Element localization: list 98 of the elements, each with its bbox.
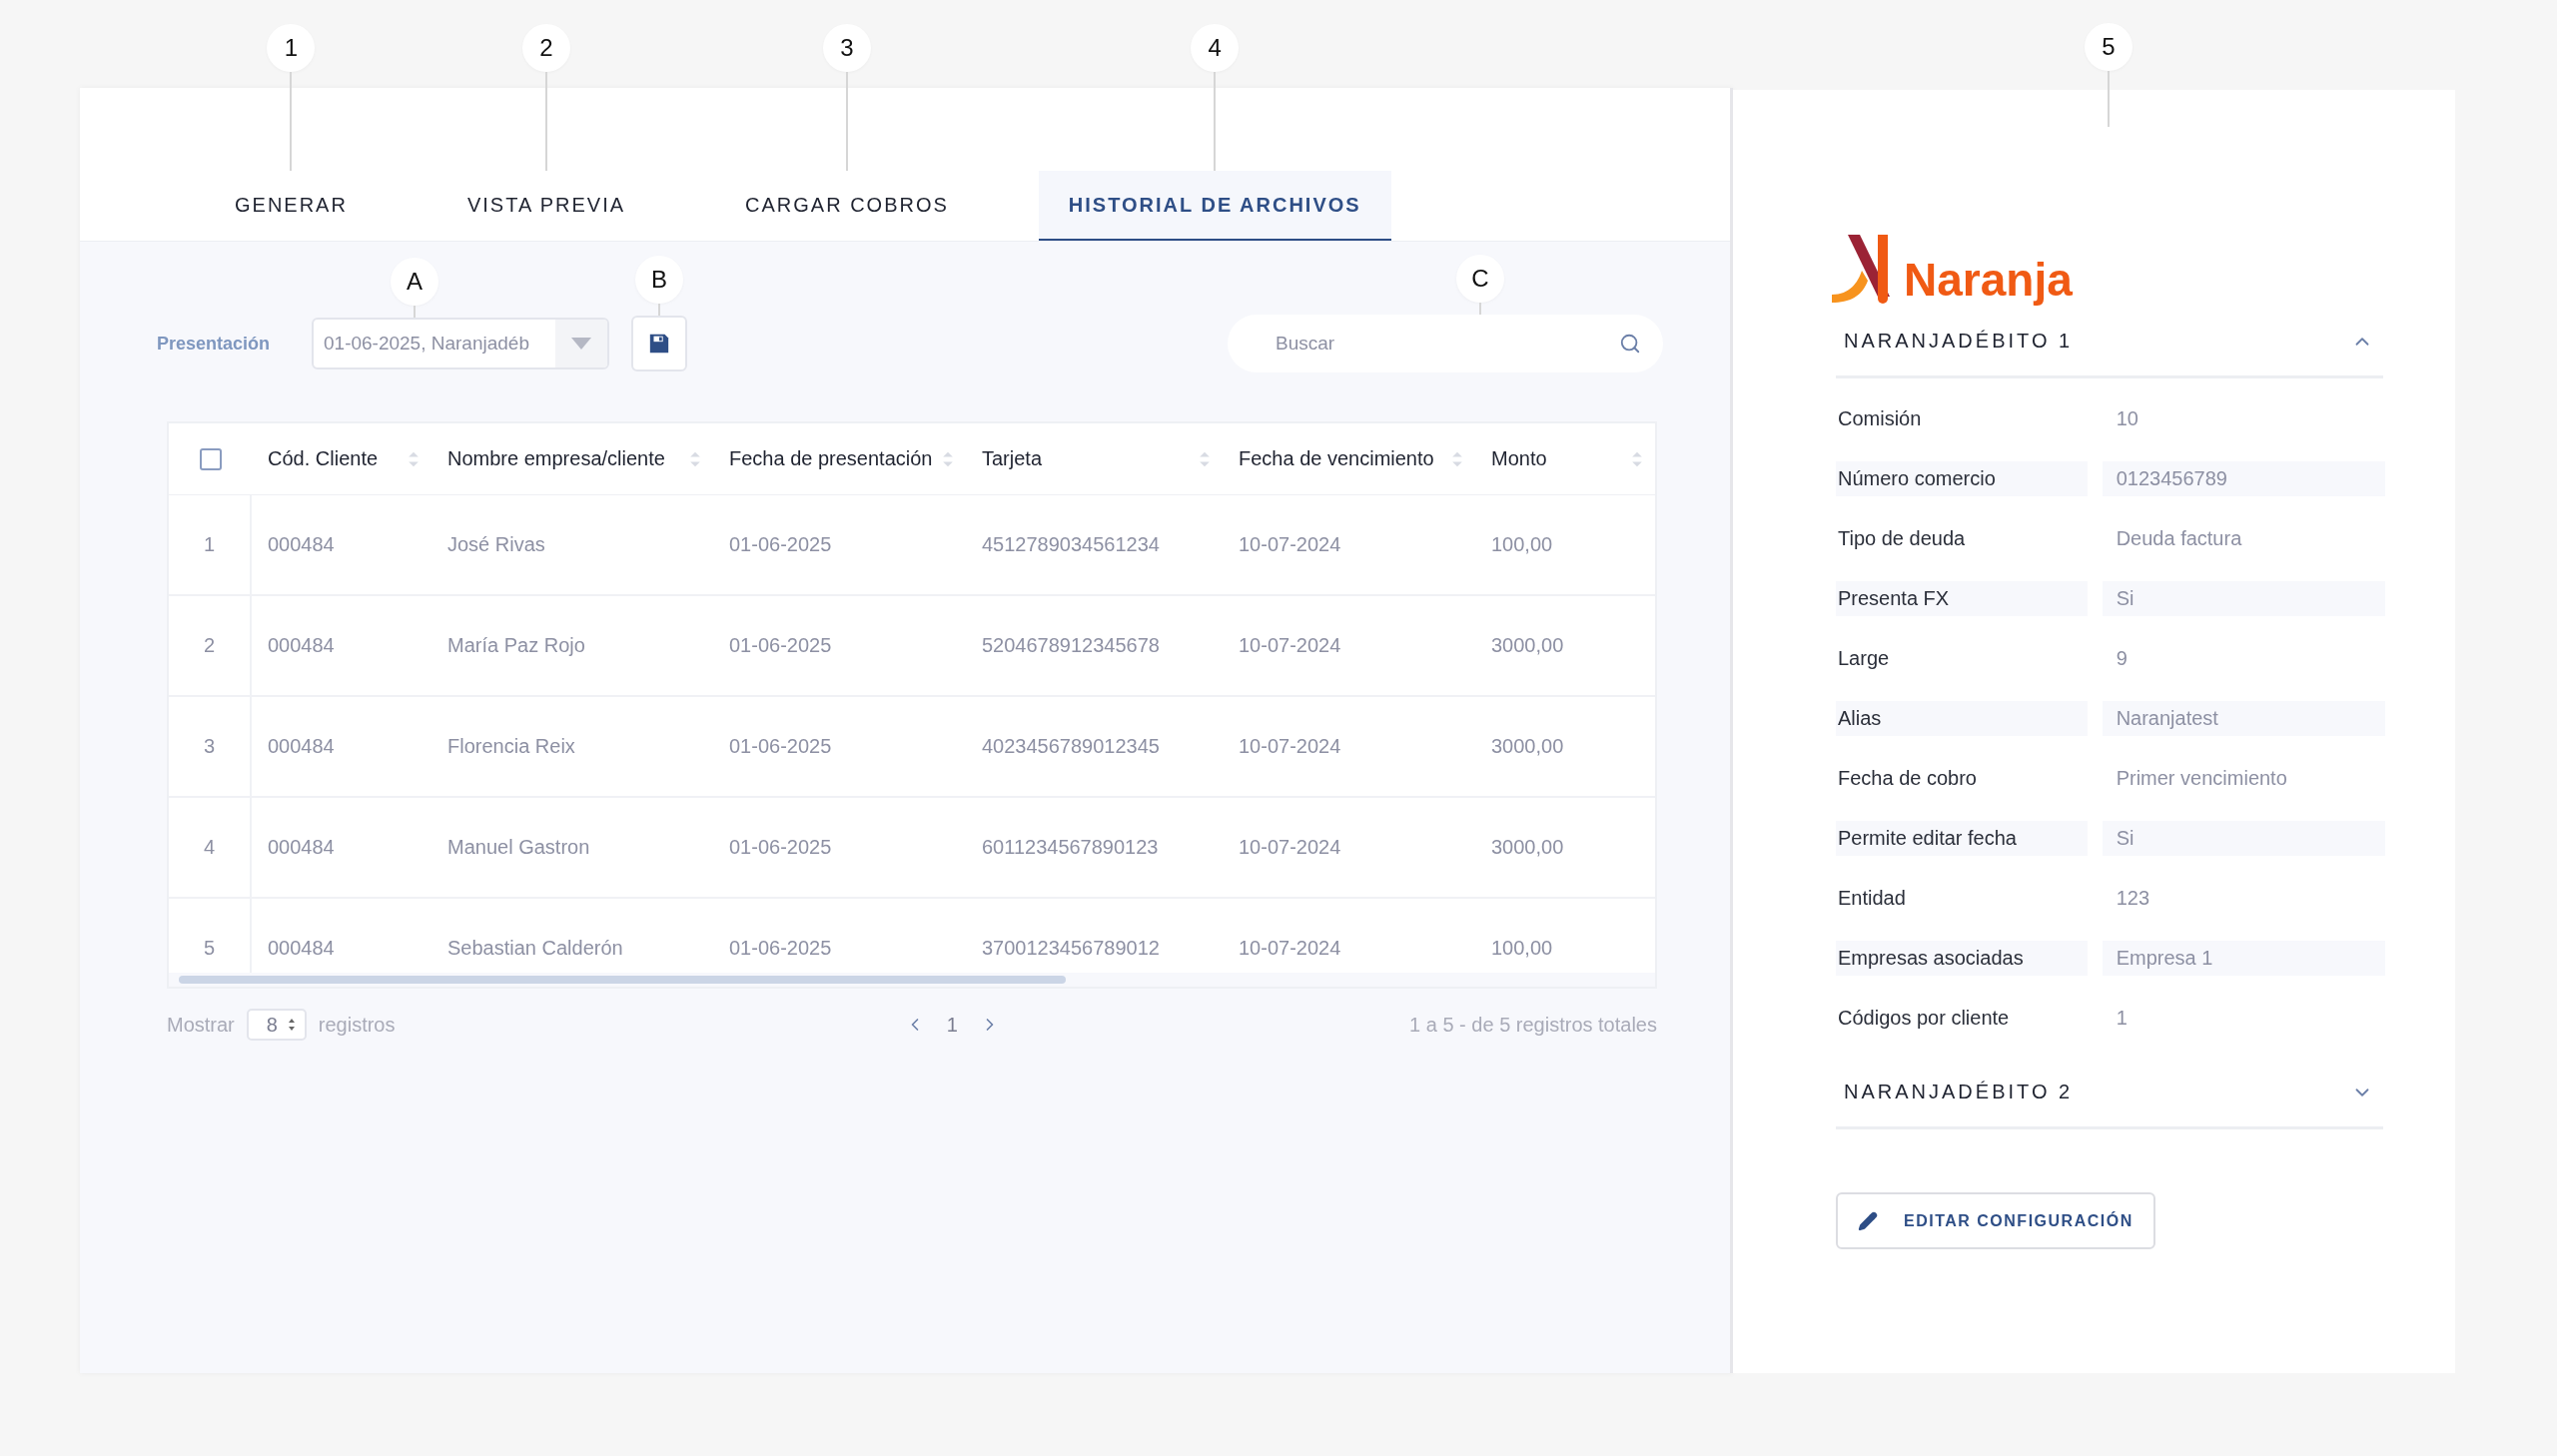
records-total: 1 a 5 - de 5 registros totales	[1409, 1013, 1657, 1037]
field-label: Número comercio	[1836, 460, 2088, 496]
field-label: Permite editar fecha	[1836, 820, 2088, 856]
table-cell-text: 000484	[267, 835, 336, 860]
field-value: 9	[2115, 645, 2129, 671]
floppy-icon	[648, 333, 670, 355]
table-cell-text: Manuel Gastron	[446, 835, 591, 860]
field-label: Presenta FX	[1836, 580, 2088, 616]
sort-icon[interactable]	[1451, 449, 1463, 468]
table-cell-text: 10-07-2024	[1238, 835, 1342, 860]
field-value: 123	[2115, 885, 2150, 911]
page-number[interactable]: 1	[946, 1013, 958, 1037]
callout-marker: C	[1456, 255, 1504, 303]
field-label: Códigos por cliente	[1837, 1005, 2011, 1031]
column-header: Tarjeta	[982, 447, 1043, 470]
table-cell-text: 10-07-2024	[1238, 734, 1342, 759]
table-cell-text: 01-06-2025	[728, 936, 833, 961]
table-cell-text: 000484	[267, 532, 336, 557]
table-cell-text: 01-06-2025	[728, 633, 833, 658]
table-cell-text: 01-06-2025	[728, 835, 833, 860]
table-cell-text: 100,00	[1490, 936, 1554, 961]
tab[interactable]: GENERAR	[205, 171, 378, 241]
search-icon	[1619, 333, 1641, 355]
page-size-field[interactable]: 8	[246, 1009, 307, 1041]
column-header: Monto	[1491, 447, 1547, 470]
table-cell-text: 10-07-2024	[1238, 633, 1342, 658]
callout-marker: A	[391, 258, 438, 306]
callout-marker: 5	[2085, 23, 2132, 71]
field-label: Alias	[1836, 700, 2088, 736]
presentation-label: Presentación	[157, 333, 272, 355]
show-label: Mostrar	[167, 1013, 235, 1037]
field-label: Comisión	[1837, 405, 1923, 431]
sort-icon[interactable]	[408, 449, 420, 468]
field-value: Si	[2102, 820, 2385, 856]
table-cell-text: 6011234567890123	[981, 835, 1160, 860]
sort-icon[interactable]	[942, 449, 954, 468]
column-header: Cód. Cliente	[268, 447, 379, 470]
tab[interactable]: HISTORIAL DE ARCHIVOS	[1038, 171, 1391, 241]
table-cell-text: 100,00	[1490, 532, 1554, 557]
table-cell-text: 10-07-2024	[1238, 532, 1342, 557]
field-label: Fecha de cobro	[1837, 765, 1978, 791]
callout-marker: 3	[822, 24, 871, 72]
table-cell-text: 3000,00	[1490, 633, 1565, 658]
table-cell-text: Florencia Reix	[446, 734, 576, 759]
column-header: Fecha de presentación	[729, 447, 933, 470]
column-header: Nombre empresa/cliente	[447, 447, 665, 470]
field-label: Empresas asociadas	[1836, 940, 2088, 976]
callout-marker: 1	[267, 24, 316, 72]
field-value: Naranjatest	[2102, 700, 2385, 736]
row-number: 3	[169, 697, 252, 796]
select-all-checkbox[interactable]	[199, 447, 222, 470]
field-value: Empresa 1	[2102, 940, 2385, 976]
pencil-icon	[1858, 1210, 1878, 1231]
sort-icon[interactable]	[1631, 449, 1643, 468]
field-value: 10	[2115, 405, 2139, 431]
sort-icon[interactable]	[1199, 449, 1211, 468]
table-cell-text: 000484	[267, 633, 336, 658]
caret-icon	[555, 320, 607, 367]
edit-button[interactable]: EDITAR CONFIGURACIÓN	[1836, 1192, 2155, 1249]
field-value: Primer vencimiento	[2115, 765, 2288, 791]
field-label: Entidad	[1837, 885, 1907, 911]
tab[interactable]: VISTA PREVIA	[436, 171, 656, 241]
table-cell-text: 000484	[267, 936, 336, 961]
table-cell-text: 3700123456789012	[981, 936, 1161, 961]
table-cell-text: Sebastian Calderón	[446, 936, 624, 961]
records-label: registros	[318, 1013, 396, 1037]
section-header[interactable]: NARANJADÉBITO 2	[1836, 1058, 2383, 1129]
table-cell-text: 3000,00	[1490, 835, 1565, 860]
row-number: 4	[169, 798, 252, 897]
search-field[interactable]: Buscar	[1228, 315, 1663, 372]
field-value: Si	[2102, 580, 2385, 616]
table-cell-text: 3000,00	[1490, 734, 1565, 759]
table-cell-text: 5204678912345678	[981, 633, 1161, 658]
spinner-icon	[287, 1018, 296, 1032]
field-value: 0123456789	[2102, 460, 2385, 496]
save-button[interactable]	[631, 316, 687, 371]
sort-icon[interactable]	[689, 449, 701, 468]
table-cell-text: 4023456789012345	[981, 734, 1161, 759]
field-value: 1	[2115, 1005, 2129, 1031]
callout-marker: B	[635, 256, 683, 304]
tab[interactable]: CARGAR COBROS	[715, 171, 979, 241]
table-cell-text: 4512789034561234	[981, 532, 1161, 557]
table-cell-text: 01-06-2025	[728, 734, 833, 759]
table-cell-text: José Rivas	[446, 532, 546, 557]
row-number: 2	[169, 596, 252, 695]
column-header: Fecha de vencimiento	[1239, 447, 1434, 470]
callout-marker: 2	[521, 24, 570, 72]
section-header[interactable]: NARANJADÉBITO 1	[1836, 307, 2383, 378]
field-value: Deuda factura	[2115, 525, 2243, 551]
table-cell-text: 000484	[267, 734, 336, 759]
table-cell-text: María Paz Rojo	[446, 633, 586, 658]
scrollbar[interactable]	[179, 976, 1067, 984]
callout-marker: 4	[1191, 24, 1240, 72]
field-label: Large	[1837, 645, 1891, 671]
field-label: Tipo de deuda	[1837, 525, 1967, 551]
table-cell-text: 10-07-2024	[1238, 936, 1342, 961]
table-cell-text: 01-06-2025	[728, 532, 833, 557]
row-number: 1	[169, 495, 252, 594]
